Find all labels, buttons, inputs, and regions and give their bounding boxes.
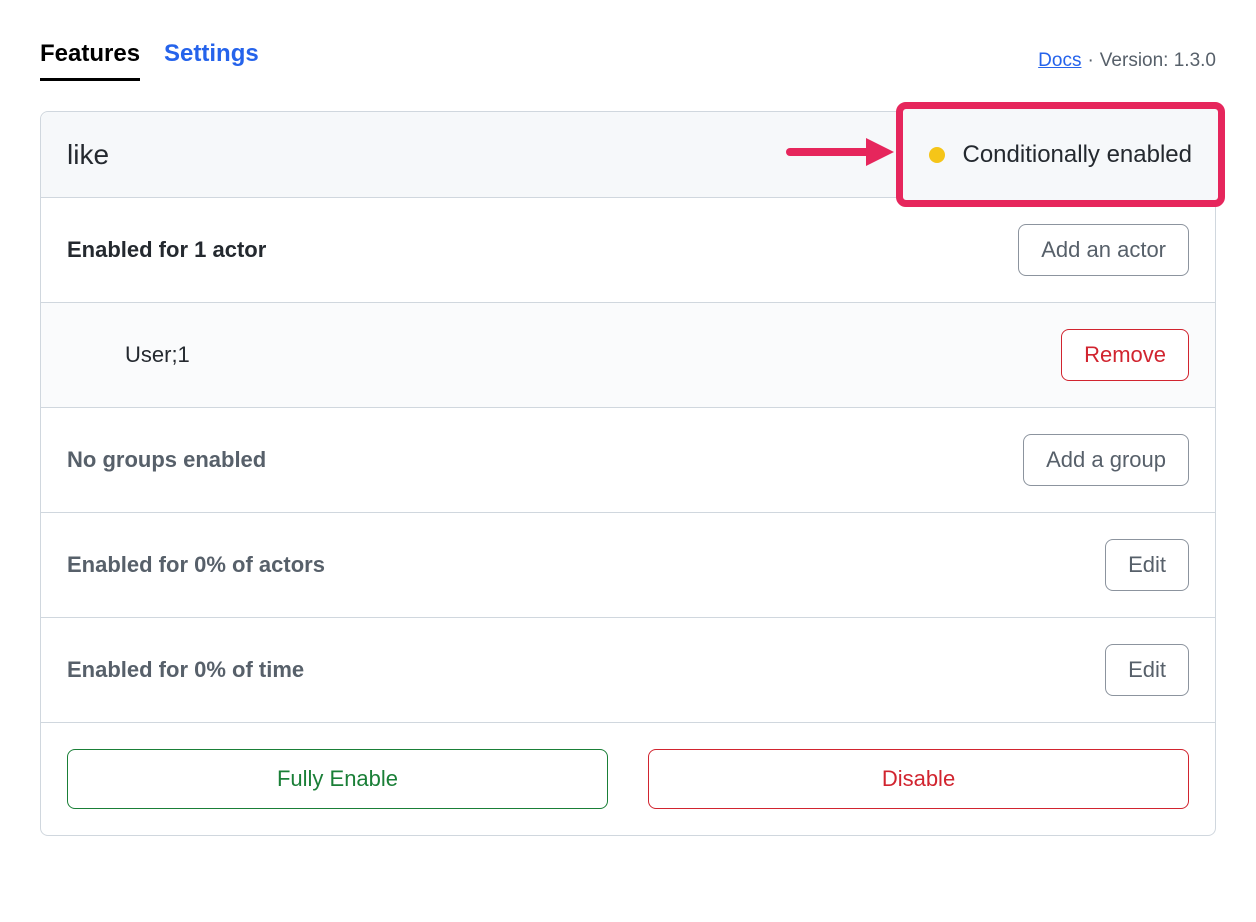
actors-row: Enabled for 1 actor Add an actor bbox=[41, 198, 1215, 303]
edit-pct-actors-button[interactable]: Edit bbox=[1105, 539, 1189, 591]
pct-actors-row: Enabled for 0% of actors Edit bbox=[41, 513, 1215, 618]
actor-item-row: User;1 Remove bbox=[41, 303, 1215, 408]
disable-button[interactable]: Disable bbox=[648, 749, 1189, 809]
feature-card: like Conditionally enabled Conditionally… bbox=[40, 111, 1216, 836]
status-dot-icon bbox=[929, 147, 945, 163]
fully-enable-button[interactable]: Fully Enable bbox=[67, 749, 608, 809]
separator: · bbox=[1087, 50, 1093, 72]
footer-actions: Fully Enable Disable bbox=[41, 723, 1215, 835]
top-bar: Features Settings Docs · Version: 1.3.0 bbox=[40, 40, 1216, 81]
docs-link[interactable]: Docs bbox=[1038, 50, 1081, 72]
groups-row: No groups enabled Add a group bbox=[41, 408, 1215, 513]
tab-settings[interactable]: Settings bbox=[164, 40, 259, 81]
pct-actors-label: Enabled for 0% of actors bbox=[67, 552, 325, 578]
tab-list: Features Settings bbox=[40, 40, 259, 81]
groups-label: No groups enabled bbox=[67, 447, 266, 473]
status-highlight-box: Conditionally enabled bbox=[896, 102, 1226, 207]
edit-pct-time-button[interactable]: Edit bbox=[1105, 644, 1189, 696]
actor-name: User;1 bbox=[125, 342, 190, 368]
tab-features[interactable]: Features bbox=[40, 40, 140, 81]
status-text: Conditionally enabled bbox=[963, 141, 1193, 169]
arrow-icon bbox=[786, 134, 896, 175]
header-meta: Docs · Version: 1.3.0 bbox=[1038, 50, 1216, 72]
feature-name: like bbox=[67, 139, 109, 171]
feature-header: like Conditionally enabled Conditionally… bbox=[41, 112, 1215, 198]
actors-label: Enabled for 1 actor bbox=[67, 237, 266, 263]
pct-time-row: Enabled for 0% of time Edit bbox=[41, 618, 1215, 723]
add-actor-button[interactable]: Add an actor bbox=[1018, 224, 1189, 276]
version-text: Version: 1.3.0 bbox=[1100, 50, 1216, 72]
pct-time-label: Enabled for 0% of time bbox=[67, 657, 304, 683]
add-group-button[interactable]: Add a group bbox=[1023, 434, 1189, 486]
remove-actor-button[interactable]: Remove bbox=[1061, 329, 1189, 381]
